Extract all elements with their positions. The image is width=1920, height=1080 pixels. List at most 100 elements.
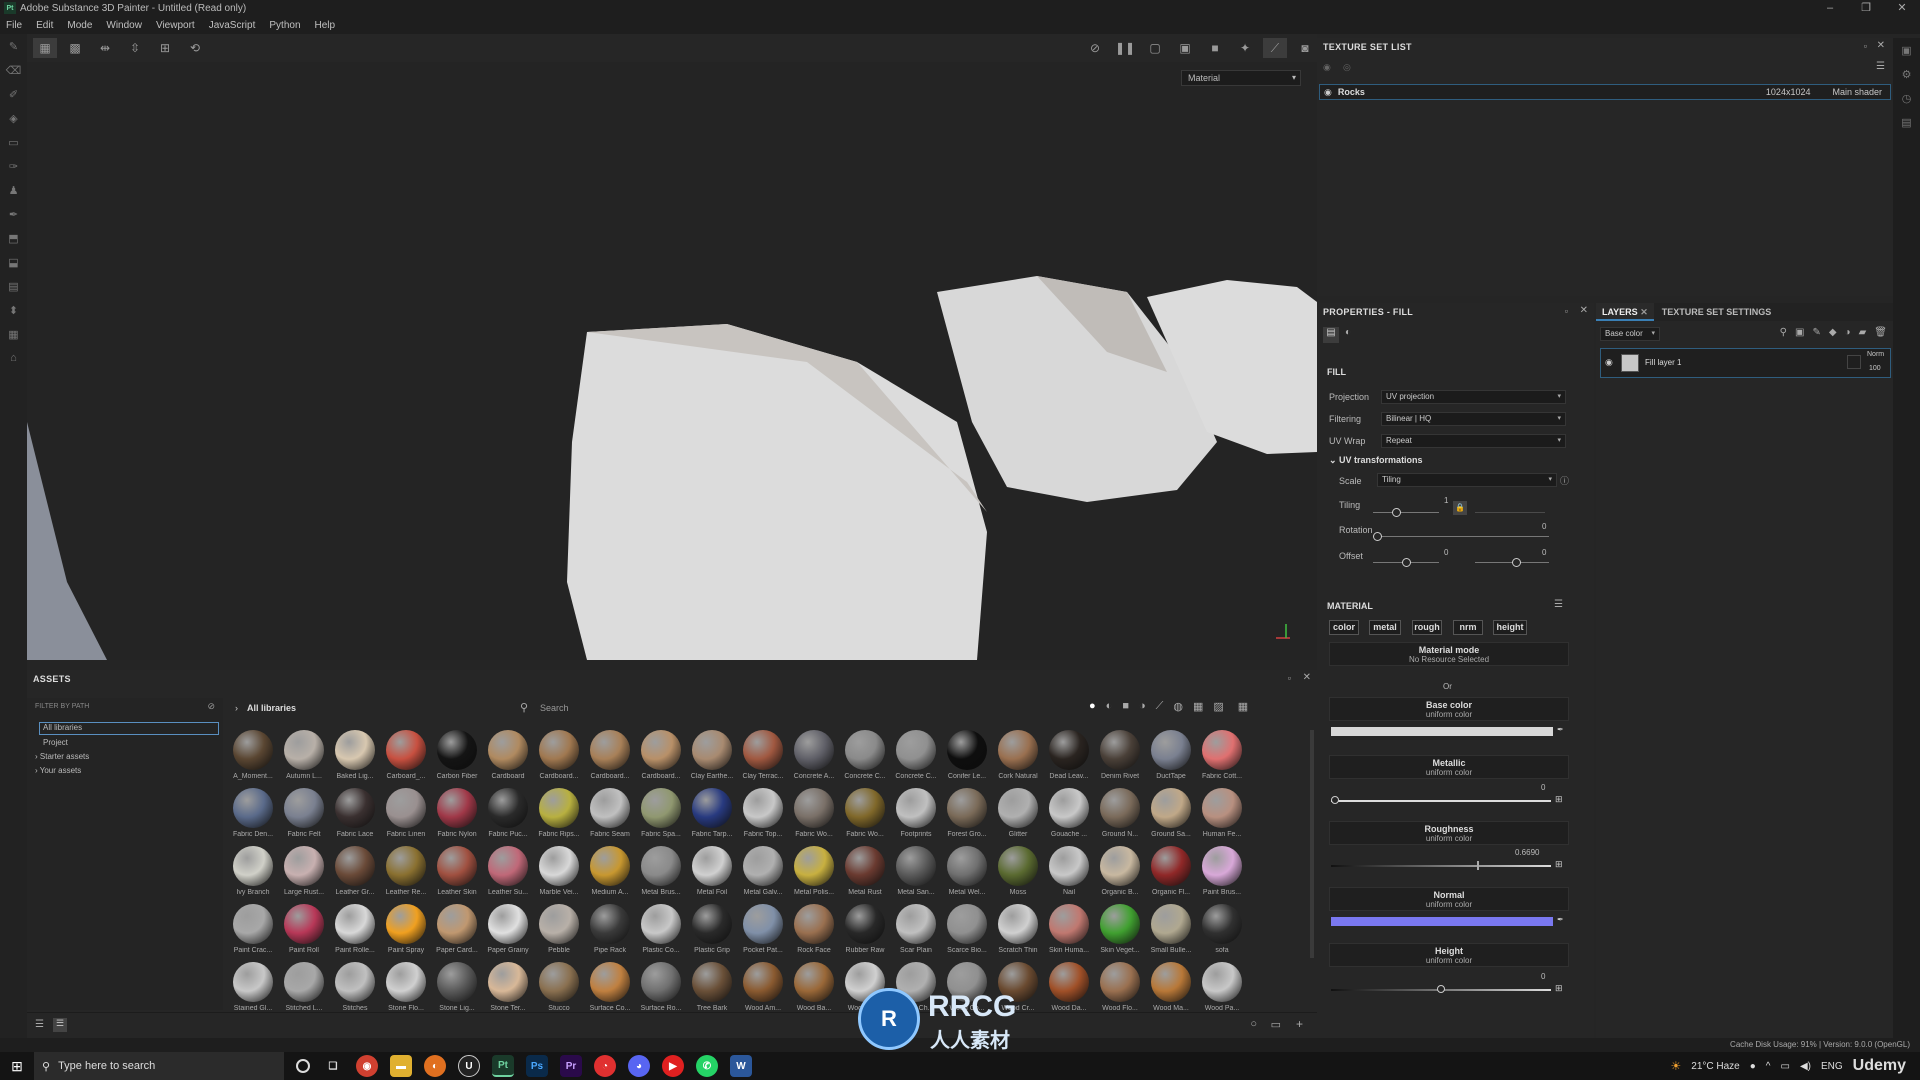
channel-rough-button[interactable]: rough <box>1412 620 1442 635</box>
network-icon[interactable]: ▭ <box>1780 1061 1789 1072</box>
add-folder-icon[interactable]: ▰ <box>1859 327 1867 338</box>
material-mode-slot[interactable]: Material mode No Resource Selected <box>1329 642 1569 666</box>
paint-mode-icon[interactable]: ⟋ <box>1263 38 1287 58</box>
material-thumbnail[interactable]: Stitched L... <box>280 960 328 1012</box>
blend-mode[interactable]: Norm <box>1867 351 1884 358</box>
material-thumbnail[interactable]: Wood Flo... <box>1096 960 1144 1012</box>
material-thumbnail[interactable]: Ivy Branch <box>229 844 277 902</box>
menu-window[interactable]: Window <box>106 20 142 31</box>
material-thumbnail[interactable]: Wood Am... <box>739 960 787 1012</box>
tab-texture-set-settings[interactable]: TEXTURE SET SETTINGS <box>1654 307 1780 317</box>
filter-grunges-icon[interactable]: ▦ <box>1193 700 1203 713</box>
new-folder-icon[interactable]: ▭ <box>1271 1018 1281 1031</box>
channel-color-button[interactable]: color <box>1329 620 1359 635</box>
material-thumbnail[interactable]: Metal Foil <box>688 844 736 902</box>
material-thumbnail[interactable]: Fabric Nylon <box>433 786 481 844</box>
youtube-icon[interactable]: ▶ <box>662 1055 684 1077</box>
material-thumbnail[interactable]: Cardboard... <box>637 728 685 786</box>
metallic-slider-track[interactable] <box>1331 800 1551 802</box>
material-thumbnail[interactable]: Fabric Spa... <box>637 786 685 844</box>
add-mask-icon[interactable]: ▣ <box>1795 327 1804 338</box>
shelf-icon[interactable]: ⬓ <box>0 250 27 274</box>
filter-alphas-icon[interactable]: ◍ <box>1173 700 1183 713</box>
material-thumbnail[interactable]: Small Bulle... <box>1147 902 1195 960</box>
material-thumbnail[interactable]: Nail <box>1045 844 1093 902</box>
filter-smart-materials-icon[interactable]: ◐ <box>1106 700 1113 713</box>
material-thumbnail[interactable]: Cardboard <box>484 728 532 786</box>
material-thumbnail[interactable]: Cork Natural <box>994 728 1042 786</box>
material-thumbnail[interactable]: Wood Ba... <box>790 960 838 1012</box>
material-thumbnail[interactable]: Stone Ter... <box>484 960 532 1012</box>
material-thumbnail[interactable]: Paint Roll <box>280 902 328 960</box>
grid-view-icon[interactable]: ▦ <box>1238 700 1248 713</box>
minimize-icon[interactable]: – <box>1812 0 1848 16</box>
material-thumbnail[interactable]: Paper Card... <box>433 902 481 960</box>
undock-icon[interactable]: ▫ <box>1864 41 1867 51</box>
substance-painter-icon[interactable]: Pt <box>492 1055 514 1077</box>
mic-icon[interactable]: ● <box>1750 1061 1756 1072</box>
material-thumbnail[interactable]: Concrete C... <box>841 728 889 786</box>
material-thumbnail[interactable]: Metal Wel... <box>943 844 991 902</box>
material-thumbnail[interactable]: Wood Ma... <box>1147 960 1195 1012</box>
material-thumbnail[interactable]: Conifer Le... <box>943 728 991 786</box>
filter-environments-icon[interactable]: ▨ <box>1213 700 1223 713</box>
texture-set-icon[interactable]: ▣ <box>1893 38 1920 62</box>
add-asset-icon[interactable]: + <box>1296 1017 1303 1031</box>
list-view-icon[interactable]: ☰ <box>35 1019 44 1030</box>
menu-viewport[interactable]: Viewport <box>156 20 195 31</box>
material-thumbnail[interactable]: Ground Sa... <box>1147 786 1195 844</box>
tree-item-starter-assets[interactable]: › Starter assets <box>35 752 89 761</box>
hide-filter-icon[interactable]: ⊘ <box>207 701 215 712</box>
cube-icon[interactable]: ▣ <box>1173 38 1197 58</box>
material-thumbnail[interactable]: Scratch Thin <box>994 902 1042 960</box>
roughness-slot[interactable]: Roughness uniform color <box>1329 821 1569 845</box>
add-effect-icon[interactable]: ⚲ <box>1780 327 1787 338</box>
tiling-v-slider-track[interactable] <box>1475 512 1545 513</box>
detail-view-icon[interactable]: ☰ <box>53 1018 67 1032</box>
texture-set-row[interactable]: ◉ Rocks 1024x1024 Main shader <box>1319 84 1891 100</box>
menu-javascript[interactable]: JavaScript <box>209 20 256 31</box>
material-thumbnail[interactable]: Scar Plain <box>892 902 940 960</box>
material-thumbnail[interactable]: Rubber Raw <box>841 902 889 960</box>
projection-icon[interactable]: ✐ <box>0 82 27 106</box>
blender-icon[interactable]: ◐ <box>424 1055 446 1077</box>
search-input[interactable]: Search <box>540 703 569 713</box>
close-panel-icon[interactable]: ✕ <box>1580 305 1588 316</box>
material-thumbnail[interactable]: Metal Brus... <box>637 844 685 902</box>
material-thumbnail[interactable]: Wood Pa... <box>1198 960 1246 1012</box>
material-thumbnail[interactable]: Cardboard... <box>586 728 634 786</box>
base-color-swatch[interactable] <box>1331 727 1553 736</box>
material-thumbnail[interactable]: Clay Terrac... <box>739 728 787 786</box>
material-thumbnail[interactable]: Fabric Rips... <box>535 786 583 844</box>
weather-text[interactable]: 21°C Haze <box>1691 1061 1739 1072</box>
material-thumbnail[interactable]: Paper Grainy <box>484 902 532 960</box>
eye-icon[interactable]: ◉ <box>1323 62 1331 73</box>
grid-icon[interactable]: ▦ <box>33 38 57 58</box>
material-thumbnail[interactable]: A_Moment... <box>229 728 277 786</box>
channel-nrm-button[interactable]: nrm <box>1453 620 1483 635</box>
delete-icon[interactable]: 🗑 <box>1874 327 1887 338</box>
layer-channel-select[interactable]: Base color ▾ <box>1600 327 1660 341</box>
material-menu-icon[interactable]: ☰ <box>1554 599 1563 610</box>
uv-transformations-toggle[interactable]: ⌄ UV transformations <box>1329 455 1423 466</box>
word-icon[interactable]: W <box>730 1055 752 1077</box>
material-thumbnail[interactable]: Organic Fl... <box>1147 844 1195 902</box>
windows-start-icon[interactable]: ⊞ <box>0 1058 34 1075</box>
material-thumbnail[interactable]: Rock Face <box>790 902 838 960</box>
material-thumbnail[interactable]: Plastic Co... <box>637 902 685 960</box>
display-settings-icon[interactable]: ▤ <box>0 274 27 298</box>
filter-textures-icon[interactable]: ■ <box>1122 700 1129 713</box>
reset-icon[interactable]: ⊞ <box>1555 794 1563 805</box>
grid-scrollbar[interactable] <box>1310 730 1314 958</box>
add-fill-layer-icon[interactable]: ◆ <box>1829 327 1837 338</box>
viewport[interactable]: Material ▾ <box>27 62 1317 660</box>
material-thumbnail[interactable]: Glitter <box>994 786 1042 844</box>
info-icon[interactable]: ⓘ <box>1560 474 1569 487</box>
material-thumbnail[interactable]: sofa <box>1198 902 1246 960</box>
lock-icon[interactable]: 🔒 <box>1453 501 1467 515</box>
tiling-slider-knob[interactable] <box>1392 508 1402 517</box>
material-icon[interactable]: ◐ <box>1345 327 1351 338</box>
history-icon[interactable]: ◷ <box>1893 86 1920 110</box>
material-thumbnail[interactable]: Fabric Felt <box>280 786 328 844</box>
polygon-fill-icon[interactable]: ▭ <box>0 130 27 154</box>
